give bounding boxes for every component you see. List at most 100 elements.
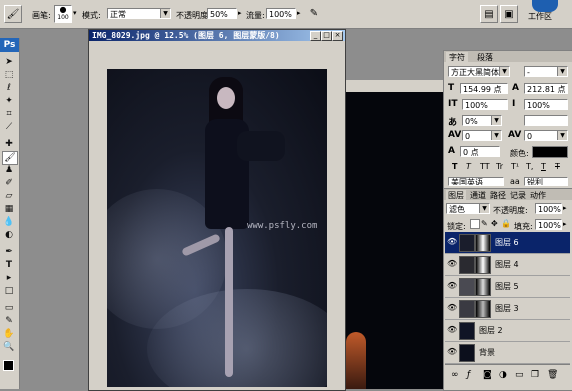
close-button[interactable]: × bbox=[332, 31, 343, 41]
layer-row[interactable]: 👁 图层 2 bbox=[445, 320, 570, 342]
font-size-input[interactable]: 154.99 点 bbox=[460, 83, 508, 94]
flow-arrow[interactable]: ▸ bbox=[297, 9, 301, 17]
horizontal-scale-input[interactable]: 100% bbox=[524, 99, 568, 110]
document-title-bar[interactable]: IMG_8029.jpg @ 12.5% (图层 6, 图层蒙版/8) bbox=[89, 30, 345, 41]
opacity-input[interactable]: 50% bbox=[207, 8, 237, 19]
hand-tool-icon[interactable]: ✋ bbox=[2, 328, 16, 340]
small-caps-button[interactable]: Tr bbox=[496, 162, 503, 171]
faux-italic-button[interactable]: T bbox=[466, 162, 471, 171]
minimize-button[interactable]: _ bbox=[310, 31, 321, 41]
adjustment-layer-icon[interactable]: ◑ bbox=[499, 370, 507, 380]
shape-tool-icon[interactable]: □ bbox=[2, 285, 16, 297]
vertical-scale-input[interactable]: 100% bbox=[462, 99, 508, 110]
subscript-button[interactable]: T, bbox=[526, 162, 533, 171]
trash-icon[interactable]: 🗑 bbox=[547, 370, 558, 380]
anti-alias-select[interactable]: 锐利 bbox=[524, 177, 568, 186]
lock-all-icon[interactable]: 🔒 bbox=[501, 219, 511, 228]
layer-row[interactable]: 👁 背景 bbox=[445, 342, 570, 364]
path-selection-tool-icon[interactable]: ▸ bbox=[2, 272, 16, 284]
tab-channels[interactable]: 通道 bbox=[470, 190, 486, 201]
kerning-input[interactable]: 0 ▼ bbox=[462, 130, 502, 141]
eye-icon[interactable]: 👁 bbox=[447, 238, 457, 246]
layer-row[interactable]: 👁 图层 5 bbox=[445, 276, 570, 298]
marquee-tool-icon[interactable]: ⬚ bbox=[2, 69, 16, 81]
eraser-tool-icon[interactable]: ▱ bbox=[2, 190, 16, 202]
layer-opacity-arrow[interactable]: ▸ bbox=[563, 204, 567, 212]
tab-layers[interactable]: 图层 bbox=[446, 190, 466, 201]
lock-transparency-icon[interactable] bbox=[470, 219, 480, 229]
font-extra-select[interactable] bbox=[524, 115, 568, 126]
fill-arrow[interactable]: ▸ bbox=[563, 220, 567, 228]
add-mask-icon[interactable]: ◙ bbox=[483, 370, 492, 380]
tracking-pct-input[interactable]: 0% ▼ bbox=[462, 115, 502, 126]
clone-stamp-tool-icon[interactable]: ♟ bbox=[2, 164, 16, 176]
document-window[interactable]: IMG_8029.jpg @ 12.5% (图层 6, 图层蒙版/8) _ □ … bbox=[88, 29, 346, 391]
lasso-tool-icon[interactable]: ℓ bbox=[2, 82, 16, 94]
dodge-tool-icon[interactable]: ◐ bbox=[2, 229, 16, 241]
tab-history[interactable]: 记录 bbox=[510, 190, 526, 201]
magic-wand-tool-icon[interactable]: ✦ bbox=[2, 95, 16, 107]
foreground-color-swatch[interactable] bbox=[3, 360, 14, 371]
crop-tool-icon[interactable]: ⌗ bbox=[2, 108, 16, 120]
new-layer-icon[interactable]: ❐ bbox=[531, 370, 539, 380]
new-group-icon[interactable]: ▭ bbox=[515, 370, 524, 380]
gradient-tool-icon[interactable]: ▦ bbox=[2, 203, 16, 215]
layer-mask-thumbnail[interactable] bbox=[475, 278, 491, 296]
notes-tool-icon[interactable]: ▭ bbox=[2, 302, 16, 314]
font-style-select[interactable]: - ▼ bbox=[524, 66, 568, 77]
language-select[interactable]: 美国英语 bbox=[448, 177, 504, 186]
layer-style-icon[interactable]: ƒ bbox=[467, 370, 470, 380]
healing-brush-tool-icon[interactable]: ✚ bbox=[2, 138, 16, 150]
brush-tool-icon[interactable]: 🖌 bbox=[2, 151, 18, 165]
link-layers-icon[interactable]: ∞ bbox=[451, 370, 459, 380]
layer-opacity-input[interactable]: 100% bbox=[535, 203, 562, 214]
mode-select[interactable]: 正常 ▼ bbox=[107, 8, 171, 19]
brush-size-picker[interactable]: ● 100 bbox=[54, 5, 72, 23]
underline-button[interactable]: T bbox=[541, 162, 546, 171]
document-canvas[interactable]: www.psfly.com bbox=[107, 69, 327, 387]
blend-mode-select[interactable]: 滤色 ▼ bbox=[446, 203, 490, 214]
eye-icon[interactable]: 👁 bbox=[447, 282, 457, 290]
tab-paths[interactable]: 路径 bbox=[490, 190, 506, 201]
background-document-window[interactable] bbox=[342, 80, 446, 389]
all-caps-button[interactable]: TT bbox=[480, 162, 490, 171]
layer-row[interactable]: 👁 图层 3 bbox=[445, 298, 570, 320]
lock-move-icon[interactable]: ✥ bbox=[491, 219, 498, 228]
faux-bold-button[interactable]: T bbox=[452, 162, 457, 171]
type-tool-icon[interactable]: T bbox=[2, 259, 16, 271]
layer-mask-thumbnail[interactable] bbox=[475, 256, 491, 274]
slice-tool-icon[interactable]: ⟋ bbox=[2, 121, 16, 133]
tracking-input[interactable]: 0 ▼ bbox=[524, 130, 568, 141]
leading-input[interactable]: 212.81 点 bbox=[524, 83, 568, 94]
file-browser-button[interactable]: ▤ bbox=[480, 5, 498, 23]
eye-icon[interactable]: 👁 bbox=[447, 260, 457, 268]
superscript-button[interactable]: T¹ bbox=[511, 162, 519, 171]
brush-tool-preset-button[interactable]: 🖌 bbox=[4, 5, 22, 23]
font-family-select[interactable]: 方正大黑简体 ▼ bbox=[448, 66, 510, 77]
pen-tool-icon[interactable]: ✒ bbox=[2, 246, 16, 258]
palette-well-button[interactable]: ▣ bbox=[500, 5, 518, 23]
brush-dropdown-arrow[interactable]: ▾ bbox=[73, 9, 77, 17]
layer-mask-thumbnail[interactable] bbox=[475, 300, 491, 318]
workspace-label[interactable]: 工作区 bbox=[528, 11, 552, 22]
tab-paragraph[interactable]: 段落 bbox=[474, 52, 496, 63]
layer-row[interactable]: 👁 图层 4 bbox=[445, 254, 570, 276]
baseline-shift-input[interactable]: 0 点 bbox=[460, 146, 500, 157]
tab-actions[interactable]: 动作 bbox=[530, 190, 546, 201]
eye-icon[interactable]: 👁 bbox=[447, 326, 457, 334]
fill-input[interactable]: 100% bbox=[535, 219, 562, 230]
flow-input[interactable]: 100% bbox=[266, 8, 296, 19]
blur-tool-icon[interactable]: 💧 bbox=[2, 216, 16, 228]
zoom-tool-icon[interactable]: 🔍 bbox=[2, 341, 16, 353]
tab-character[interactable]: 字符 bbox=[446, 52, 468, 63]
strikethrough-button[interactable]: T bbox=[555, 162, 560, 171]
layer-mask-thumbnail[interactable] bbox=[475, 234, 491, 252]
maximize-button[interactable]: □ bbox=[321, 31, 332, 41]
airbrush-button[interactable]: ✎ bbox=[306, 5, 322, 21]
text-color-swatch[interactable] bbox=[532, 146, 568, 158]
history-brush-tool-icon[interactable]: ✐ bbox=[2, 177, 16, 189]
eye-icon[interactable]: 👁 bbox=[447, 348, 457, 356]
move-tool-icon[interactable]: ➤ bbox=[2, 56, 16, 68]
eye-icon[interactable]: 👁 bbox=[447, 304, 457, 312]
layer-row[interactable]: 👁 图层 6 bbox=[445, 232, 570, 254]
